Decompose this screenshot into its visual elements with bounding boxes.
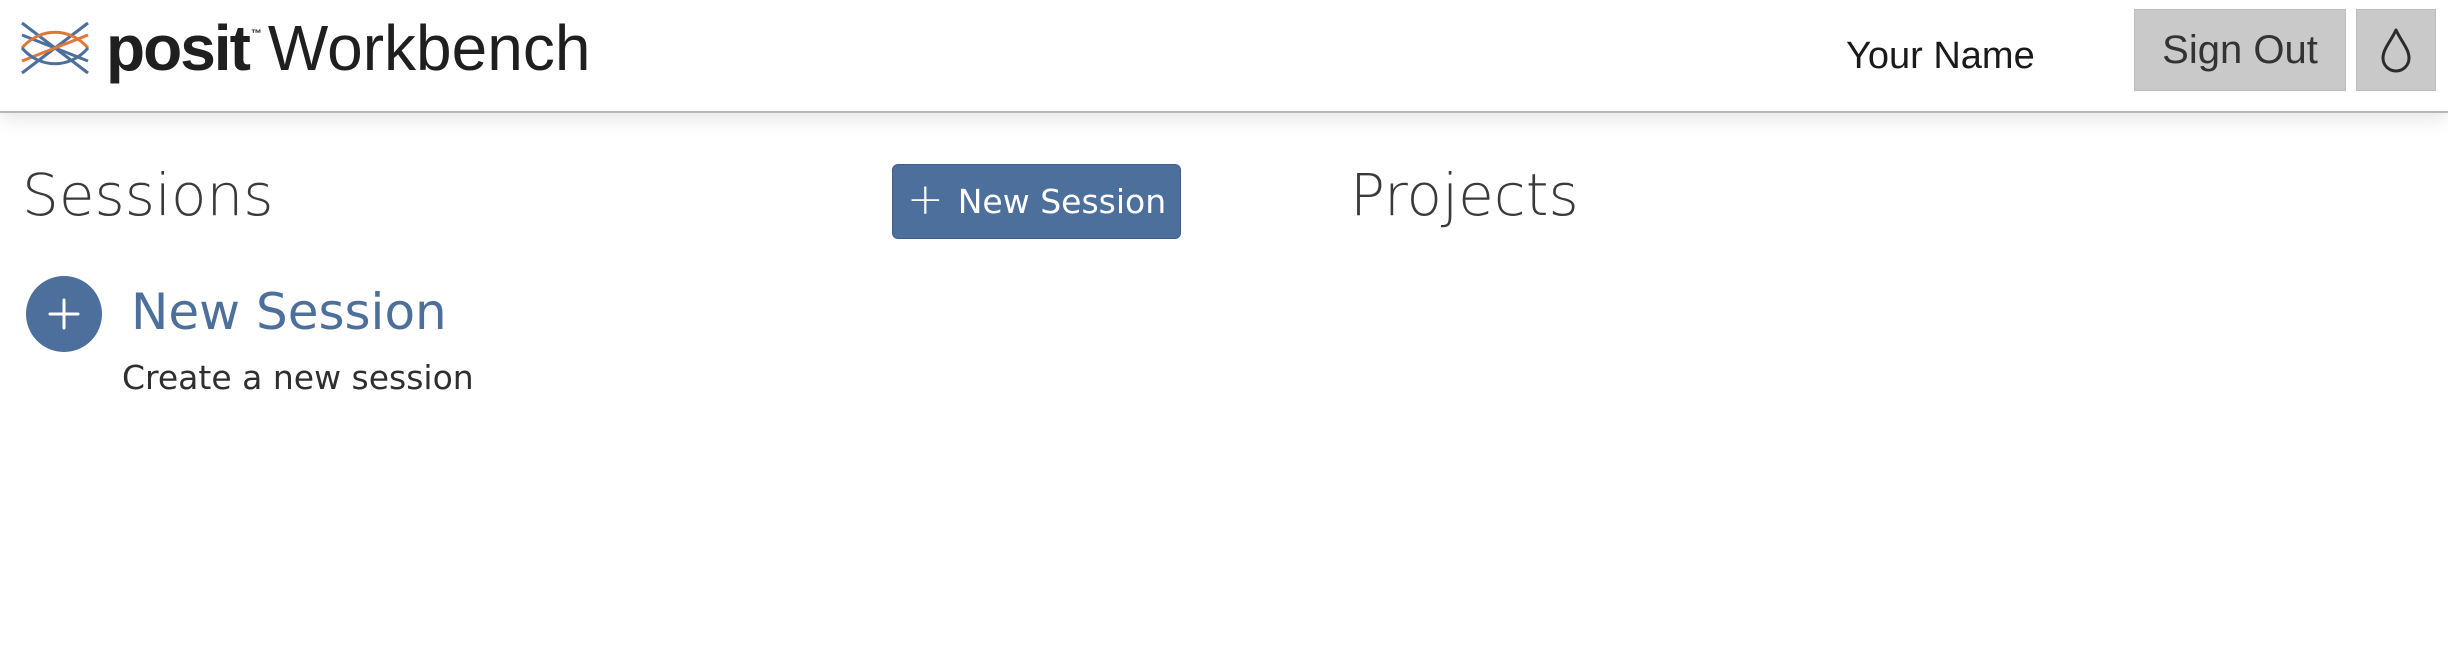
new-session-item: New Session Create a new session: [26, 276, 626, 406]
new-session-button[interactable]: + New Session: [892, 164, 1181, 239]
user-name: Your Name: [1846, 35, 2035, 77]
plus-icon: +: [906, 173, 944, 225]
sessions-heading: Sessions: [22, 161, 274, 229]
plus-icon: [48, 298, 80, 330]
product-name: Workbench: [267, 12, 591, 84]
posit-logo-icon: [20, 21, 90, 75]
logo-wordmark: posit: [106, 12, 251, 84]
theme-toggle-button[interactable]: [2356, 9, 2436, 91]
projects-heading: Projects: [1350, 161, 1579, 229]
droplet-icon: [2381, 28, 2411, 73]
new-session-button-label: New Session: [957, 181, 1167, 221]
posit-workbench-logo[interactable]: posit ™ Workbench: [20, 14, 590, 82]
plus-circle-icon[interactable]: [26, 276, 102, 352]
top-header: posit ™ Workbench Your Name Sign Out: [0, 0, 2448, 113]
logo-trademark: ™: [250, 28, 262, 40]
new-session-description: Create a new session: [122, 358, 474, 397]
new-session-link[interactable]: New Session: [131, 282, 447, 342]
sign-out-button[interactable]: Sign Out: [2134, 9, 2346, 91]
